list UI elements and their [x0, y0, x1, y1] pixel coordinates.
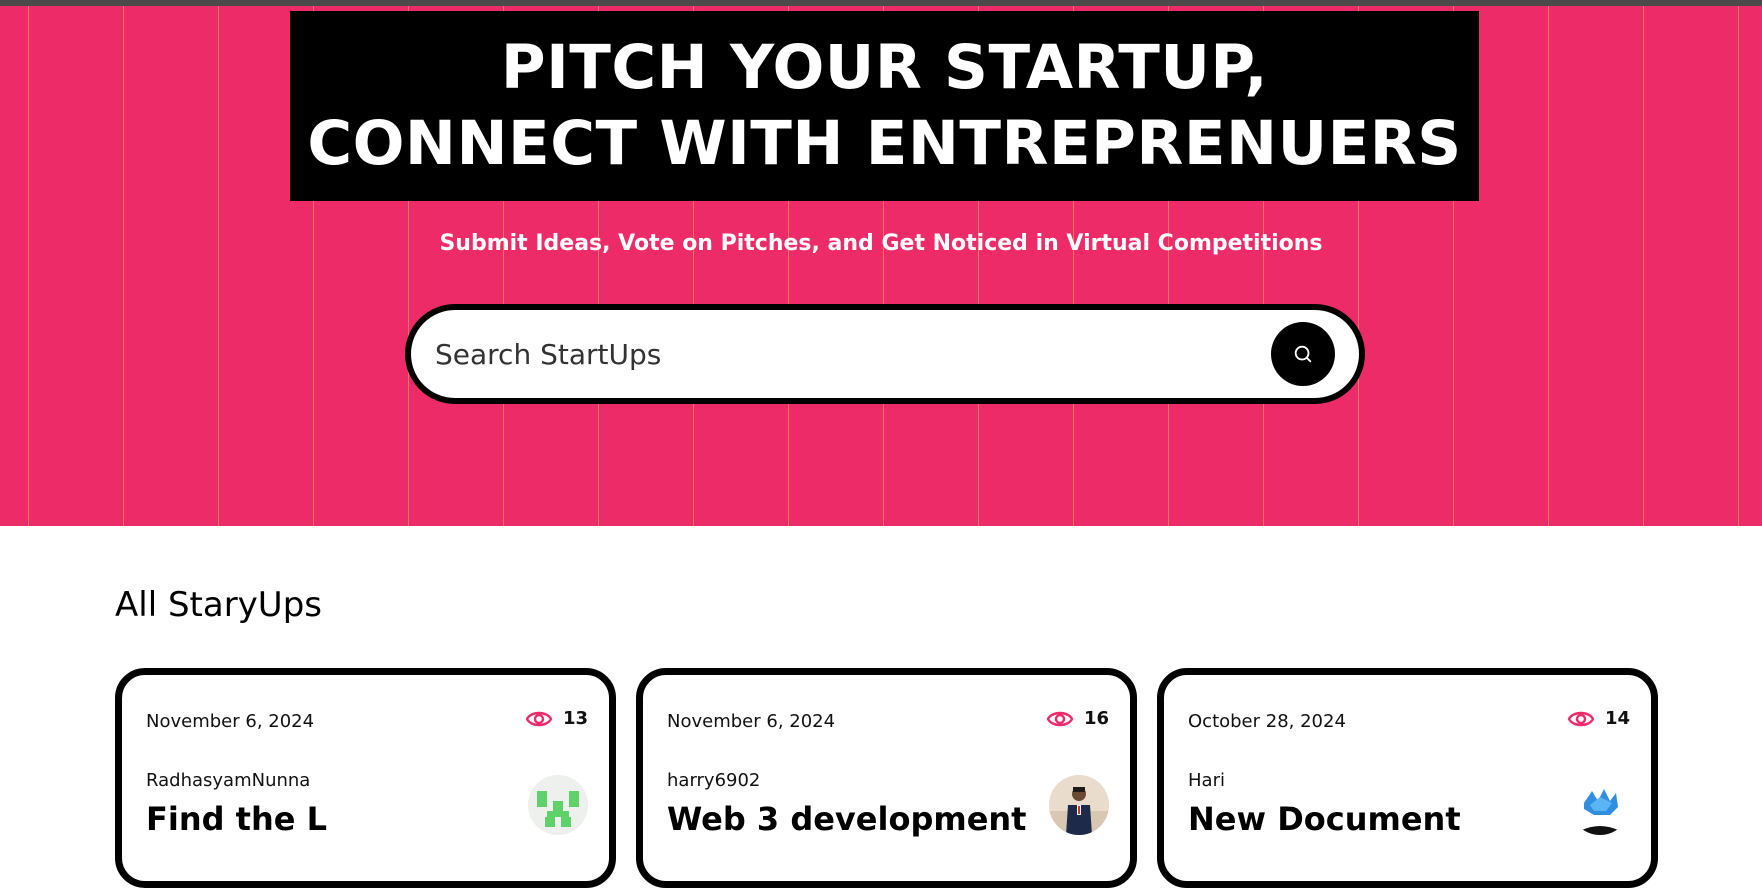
eye-icon [1046, 711, 1074, 727]
section-title: All StaryUps [115, 585, 322, 625]
logo-avatar-image [1570, 775, 1630, 835]
photo-avatar[interactable] [1049, 775, 1109, 835]
card-title[interactable]: New Document [1188, 797, 1461, 841]
identicon-image [528, 775, 588, 835]
search-input[interactable] [435, 310, 1235, 398]
card-author[interactable]: RadhasyamNunna [146, 769, 310, 793]
card-views: 13 [525, 707, 588, 731]
card-date: October 28, 2024 [1188, 711, 1346, 732]
card-date: November 6, 2024 [146, 711, 315, 732]
card-views-count: 14 [1604, 708, 1630, 729]
photo-avatar-image [1049, 775, 1109, 835]
hero-section: PITCH YOUR STARTUP, CONNECT WITH ENTREPR… [0, 6, 1762, 526]
hero-heading: PITCH YOUR STARTUP, CONNECT WITH ENTREPR… [290, 11, 1479, 201]
search-form [405, 304, 1365, 404]
card-views: 16 [1046, 707, 1109, 731]
card-author[interactable]: harry6902 [667, 769, 760, 793]
card-views: 14 [1567, 707, 1630, 731]
card-date: November 6, 2024 [667, 711, 836, 732]
identicon-avatar[interactable] [528, 775, 588, 835]
startup-card[interactable]: October 28, 2024 14 Hari New Document [1157, 668, 1658, 888]
hero-heading-line-2: CONNECT WITH ENTREPRENUERS [307, 108, 1462, 179]
startup-card[interactable]: November 6, 2024 13 RadhasyamNunna Find … [115, 668, 616, 888]
eye-icon [525, 711, 553, 727]
logo-avatar[interactable] [1570, 775, 1630, 835]
card-author[interactable]: Hari [1188, 769, 1225, 793]
card-title[interactable]: Web 3 development [667, 797, 1026, 841]
hero-heading-line-1: PITCH YOUR STARTUP, [500, 32, 1269, 103]
card-title[interactable]: Find the L [146, 797, 327, 841]
eye-icon [1567, 711, 1595, 727]
search-icon [1294, 345, 1312, 363]
card-views-count: 16 [1083, 708, 1109, 729]
startup-card[interactable]: November 6, 2024 16 harry6902 Web 3 deve… [636, 668, 1137, 888]
hero-subtitle: Submit Ideas, Vote on Pitches, and Get N… [439, 231, 1323, 256]
card-views-count: 13 [562, 708, 588, 729]
search-button[interactable] [1271, 322, 1335, 386]
